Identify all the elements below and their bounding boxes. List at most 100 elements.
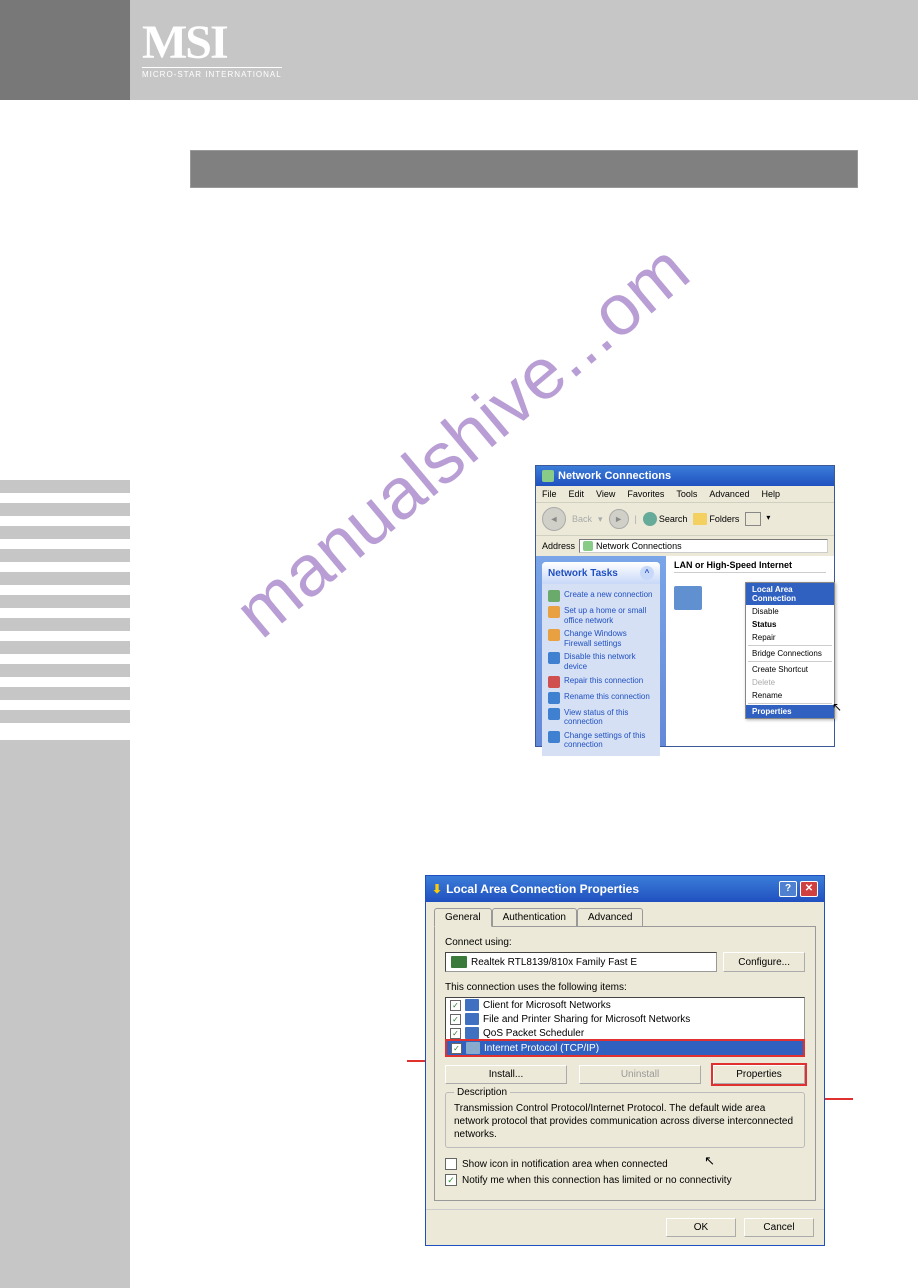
task-panel-header[interactable]: Network Tasks ^: [542, 562, 660, 584]
configure-button[interactable]: Configure...: [723, 952, 805, 972]
ctx-repair[interactable]: Repair: [746, 631, 834, 644]
list-item: ✓QoS Packet Scheduler: [446, 1026, 804, 1040]
general-panel: Connect using: Realtek RTL8139/810x Fami…: [434, 926, 816, 1201]
notify-checkbox[interactable]: ✓ Notify me when this connection has lim…: [445, 1174, 805, 1186]
ctx-properties[interactable]: Properties: [746, 705, 834, 718]
address-value: Network Connections: [596, 541, 682, 551]
ctx-disable[interactable]: Disable: [746, 605, 834, 618]
components-list[interactable]: ✓Client for Microsoft Networks ✓File and…: [445, 997, 805, 1057]
dialog-title: Local Area Connection Properties: [446, 882, 639, 896]
ctx-status[interactable]: Status: [746, 618, 834, 631]
dialog-titlebar: ⬇ Local Area Connection Properties ? ✕: [426, 876, 824, 902]
back-button[interactable]: ◄: [542, 507, 566, 531]
lan-connection-icon[interactable]: [674, 586, 702, 610]
menu-help[interactable]: Help: [761, 489, 780, 499]
task-status[interactable]: View status of this connection: [548, 706, 654, 729]
task-setup-network[interactable]: Set up a home or small office network: [548, 604, 654, 627]
task-firewall[interactable]: Change Windows Firewall settings: [548, 627, 654, 650]
task-icon: [548, 676, 560, 688]
menu-favorites[interactable]: Favorites: [627, 489, 664, 499]
collapse-icon: ^: [640, 566, 654, 580]
ctx-rename[interactable]: Rename: [746, 689, 834, 702]
task-icon: [548, 731, 560, 743]
lan-properties-dialog: ⬇ Local Area Connection Properties ? ✕ Ge…: [425, 875, 825, 1246]
forward-button[interactable]: ►: [609, 509, 629, 529]
cursor-icon: ↖: [704, 1153, 715, 1169]
task-icon: [548, 708, 560, 720]
search-button[interactable]: Search: [643, 512, 688, 526]
address-icon: [583, 541, 593, 551]
menu-edit[interactable]: Edit: [569, 489, 585, 499]
task-disable[interactable]: Disable this network device: [548, 650, 654, 673]
network-tasks-panel: Network Tasks ^ Create a new connection …: [542, 562, 660, 756]
tab-advanced[interactable]: Advanced: [577, 908, 643, 926]
page-header: MSI MICRO-STAR INTERNATIONAL: [0, 0, 918, 100]
page-content: manualshive...om Network Connections Fil…: [0, 100, 918, 1188]
description-text: Transmission Control Protocol/Internet P…: [454, 1102, 796, 1141]
tcpip-highlight: ✓Internet Protocol (TCP/IP): [445, 1039, 805, 1057]
task-icon: [548, 606, 560, 618]
tab-authentication[interactable]: Authentication: [492, 908, 577, 926]
connect-using-label: Connect using:: [445, 937, 805, 948]
task-icon: [548, 652, 560, 664]
main-panel: LAN or High-Speed Internet Local Area Co…: [666, 556, 834, 746]
button-row: Install... Uninstall Properties: [445, 1065, 805, 1084]
adapter-name: Realtek RTL8139/810x Family Fast E: [471, 957, 637, 968]
component-icon: [465, 1027, 479, 1039]
window-icon: [542, 470, 554, 482]
help-button[interactable]: ?: [779, 881, 797, 897]
context-menu: Local Area Connection Disable Status Rep…: [745, 582, 835, 719]
menubar: File Edit View Favorites Tools Advanced …: [536, 486, 834, 502]
list-item: ✓File and Printer Sharing for Microsoft …: [446, 1012, 804, 1026]
task-icon: [548, 590, 560, 602]
window-body: Network Tasks ^ Create a new connection …: [536, 556, 834, 746]
tab-general[interactable]: General: [434, 908, 492, 927]
cancel-button[interactable]: Cancel: [744, 1218, 814, 1237]
uninstall-button: Uninstall: [579, 1065, 701, 1084]
callout-arrow-right: [823, 1098, 853, 1100]
task-repair[interactable]: Repair this connection: [548, 674, 654, 690]
task-list: Create a new connection Set up a home or…: [542, 584, 660, 756]
ok-button[interactable]: OK: [666, 1218, 736, 1237]
section-title-bar: [190, 150, 858, 188]
properties-button[interactable]: Properties: [713, 1065, 805, 1084]
address-field[interactable]: Network Connections: [579, 539, 828, 553]
header-right-block: MSI MICRO-STAR INTERNATIONAL: [130, 0, 918, 100]
menu-view[interactable]: View: [596, 489, 615, 499]
description-legend: Description: [454, 1087, 510, 1098]
task-settings[interactable]: Change settings of this connection: [548, 729, 654, 752]
folders-button[interactable]: Folders: [693, 513, 739, 525]
window-titlebar: Network Connections: [536, 466, 834, 486]
lan-section-header: LAN or High-Speed Internet: [674, 560, 826, 573]
view-button[interactable]: [745, 512, 761, 526]
install-button[interactable]: Install...: [445, 1065, 567, 1084]
checkbox-icon[interactable]: ✓: [450, 1014, 461, 1025]
msi-logo: MSI MICRO-STAR INTERNATIONAL: [142, 21, 282, 78]
window-title: Network Connections: [558, 470, 671, 482]
logo-main-text: MSI: [142, 21, 282, 64]
dialog-icon: ⬇: [432, 882, 442, 896]
task-sidebar: Network Tasks ^ Create a new connection …: [536, 556, 666, 746]
ctx-bridge[interactable]: Bridge Connections: [746, 647, 834, 660]
checkbox-icon[interactable]: ✓: [451, 1043, 462, 1054]
address-label: Address: [542, 541, 575, 551]
ctx-shortcut[interactable]: Create Shortcut: [746, 663, 834, 676]
task-rename[interactable]: Rename this connection: [548, 690, 654, 706]
menu-tools[interactable]: Tools: [676, 489, 697, 499]
items-label: This connection uses the following items…: [445, 982, 805, 993]
checkbox-icon[interactable]: ✓: [450, 1000, 461, 1011]
show-icon-checkbox[interactable]: Show icon in notification area when conn…: [445, 1158, 805, 1170]
description-group: Description Transmission Control Protoco…: [445, 1092, 805, 1148]
sidebar-solid-block: [0, 740, 130, 1288]
component-icon: [466, 1042, 480, 1054]
task-create-connection[interactable]: Create a new connection: [548, 588, 654, 604]
properties-highlight: Properties: [711, 1063, 807, 1086]
menu-advanced[interactable]: Advanced: [709, 489, 749, 499]
ctx-delete: Delete: [746, 676, 834, 689]
checkbox-icon[interactable]: ✓: [450, 1028, 461, 1039]
close-button[interactable]: ✕: [800, 881, 818, 897]
folders-icon: [693, 513, 707, 525]
menu-file[interactable]: File: [542, 489, 557, 499]
address-bar: Address Network Connections: [536, 535, 834, 556]
sidebar-stripes: [0, 480, 130, 733]
